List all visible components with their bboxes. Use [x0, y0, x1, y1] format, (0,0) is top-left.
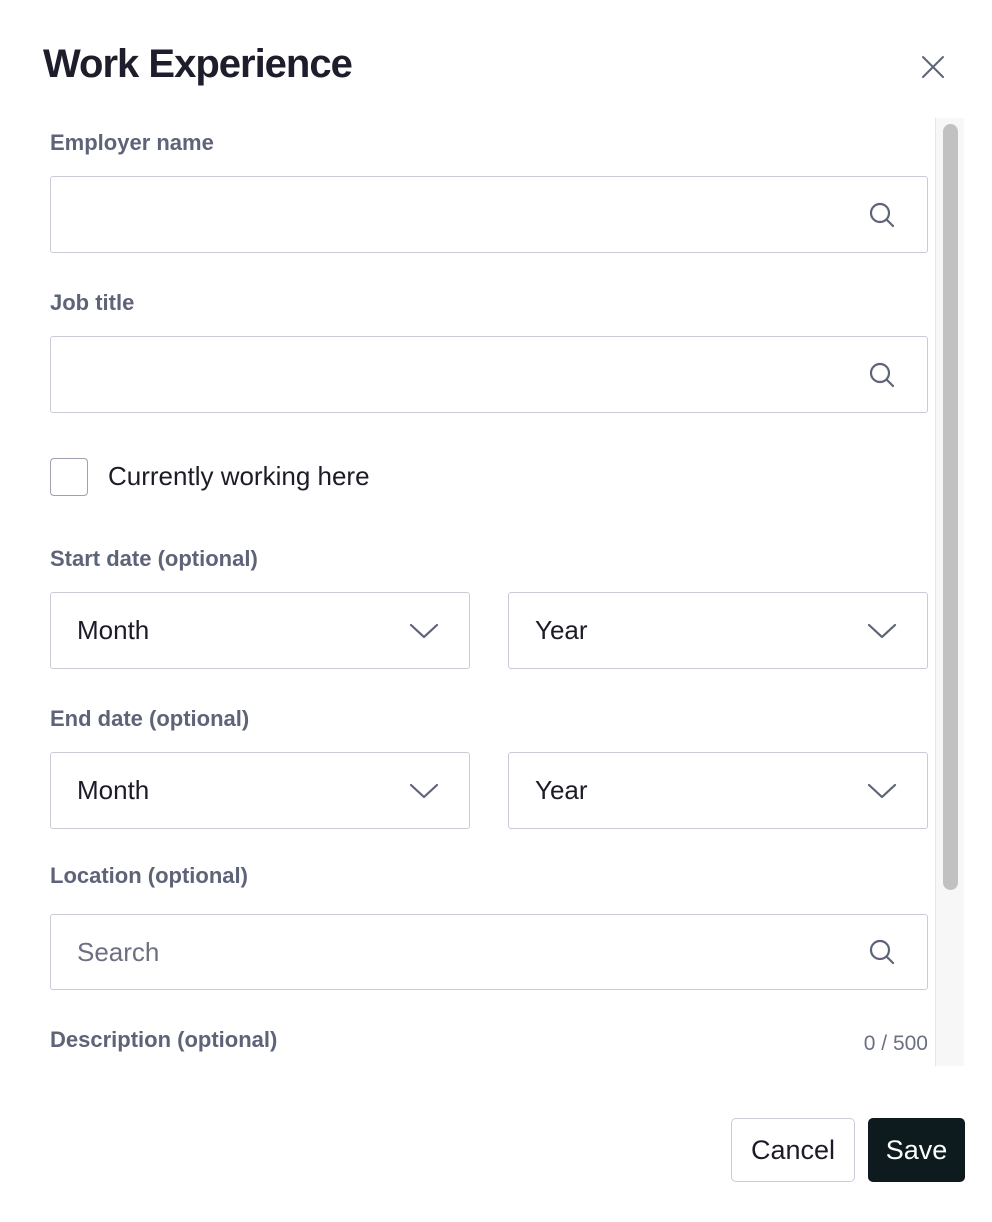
end-month-select[interactable]: Month	[50, 752, 470, 829]
chevron-down-icon	[409, 616, 439, 646]
employer-name-label: Employer name	[50, 130, 214, 155]
chevron-down-icon	[867, 776, 897, 806]
scrollbar-thumb[interactable]	[943, 124, 958, 890]
employer-name-input[interactable]	[51, 177, 867, 252]
save-button[interactable]: Save	[868, 1118, 965, 1182]
dialog-title: Work Experience	[43, 42, 353, 86]
start-month-select[interactable]: Month	[50, 592, 470, 669]
location-search-input[interactable]	[51, 915, 867, 989]
start-date-label: Start date (optional)	[50, 546, 258, 571]
form-scroll-area: Employer name Job title Currently workin…	[0, 118, 966, 1066]
close-icon	[922, 56, 944, 78]
currently-working-checkbox[interactable]	[50, 458, 88, 496]
close-button[interactable]	[914, 48, 952, 86]
search-icon	[867, 360, 897, 390]
end-month-value: Month	[77, 775, 150, 805]
description-label: Description (optional)	[50, 1027, 278, 1052]
cancel-button[interactable]: Cancel	[731, 1118, 855, 1182]
job-title-field[interactable]	[50, 336, 928, 413]
location-label: Location (optional)	[50, 863, 248, 888]
start-month-value: Month	[77, 615, 150, 645]
job-title-label: Job title	[50, 290, 135, 315]
end-year-select[interactable]: Year	[508, 752, 928, 829]
end-year-value: Year	[535, 775, 588, 805]
chevron-down-icon	[409, 776, 439, 806]
end-date-label: End date (optional)	[50, 706, 250, 731]
currently-working-label: Currently working here	[108, 461, 370, 491]
employer-name-field[interactable]	[50, 176, 928, 253]
chevron-down-icon	[867, 616, 897, 646]
work-experience-dialog: Work Experience Employer name Job title …	[0, 0, 992, 1222]
job-title-input[interactable]	[51, 337, 867, 412]
search-icon	[867, 200, 897, 230]
location-field[interactable]	[50, 914, 928, 990]
start-year-select[interactable]: Year	[508, 592, 928, 669]
description-char-counter: 0 / 500	[863, 1032, 928, 1055]
start-year-value: Year	[535, 615, 588, 645]
search-icon	[867, 937, 897, 967]
